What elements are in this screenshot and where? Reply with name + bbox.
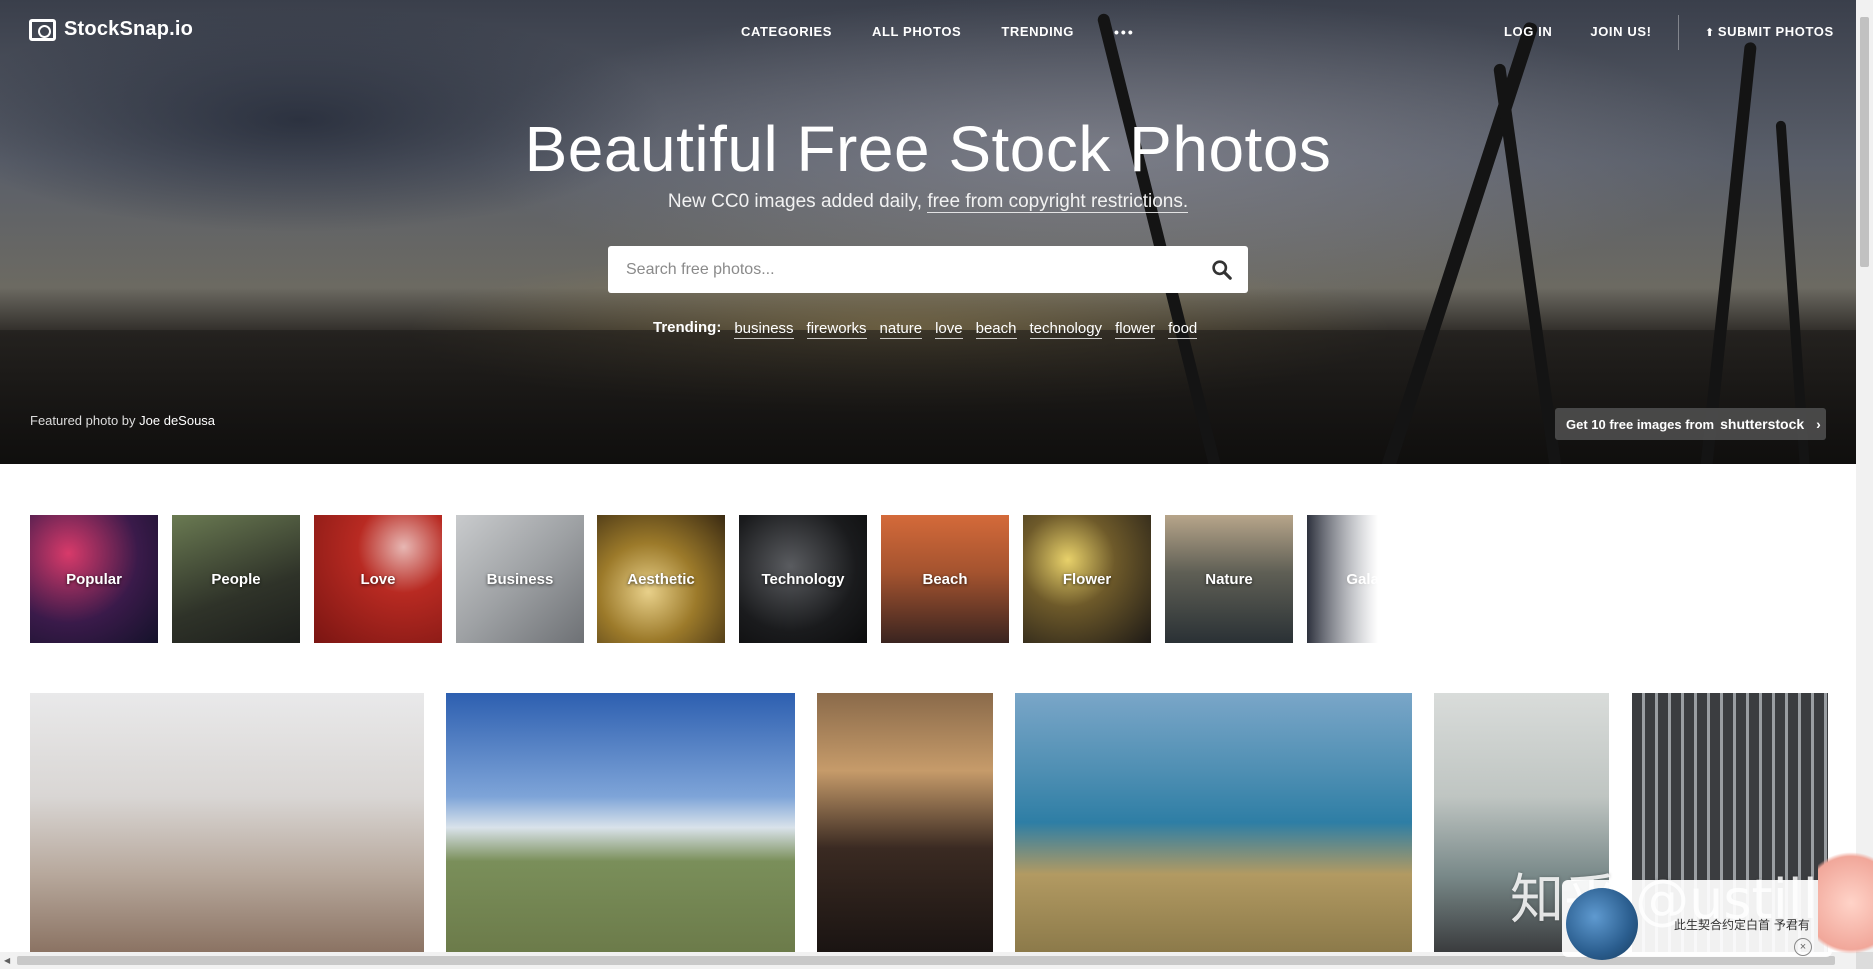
category-tile-technology[interactable]: Technology — [739, 515, 867, 643]
trending-tag[interactable]: business — [734, 319, 794, 339]
chevron-right-icon: › — [1816, 416, 1821, 432]
category-tile-popular[interactable]: Popular — [30, 515, 158, 643]
vertical-scrollbar[interactable] — [1856, 0, 1873, 952]
account-nav: LOG IN JOIN US! — [1504, 24, 1652, 39]
category-tile-aesthetic[interactable]: Aesthetic — [597, 515, 725, 643]
site-logo[interactable]: StockSnap.io — [29, 18, 193, 41]
category-fade — [1306, 515, 1396, 643]
nav-all-photos[interactable]: ALL PHOTOS — [872, 24, 961, 40]
trending-tag[interactable]: nature — [879, 319, 923, 339]
photo-family[interactable] — [30, 693, 424, 952]
scrollbar-thumb[interactable] — [1860, 17, 1869, 267]
page: StockSnap.io CATEGORIES ALL PHOTOS TREND… — [0, 0, 1873, 969]
category-label: Popular — [66, 570, 122, 588]
photo-sheep-coast[interactable] — [1015, 693, 1412, 952]
category-label: Technology — [761, 570, 845, 588]
category-tile-nature[interactable]: Nature — [1165, 515, 1293, 643]
logo-text: StockSnap.io — [64, 18, 194, 40]
promo-text: Get 10 free images from — [1566, 416, 1715, 432]
copyright-link[interactable]: free from copyright restrictions. — [927, 191, 1189, 213]
scrollbar-thumb[interactable] — [17, 956, 1835, 965]
scroll-left-icon[interactable]: ◀ — [4, 956, 10, 965]
trending-tag[interactable]: love — [935, 319, 963, 339]
search-box — [608, 246, 1248, 293]
login-link[interactable]: LOG IN — [1504, 24, 1552, 39]
trending-tags: Trending: business fireworks nature love… — [653, 319, 1198, 339]
featured-author-link[interactable]: Joe deSousa — [139, 413, 215, 428]
featured-credit: Featured photo by Joe deSousa — [30, 413, 215, 428]
hero-banner: StockSnap.io CATEGORIES ALL PHOTOS TREND… — [0, 0, 1856, 464]
main-nav: CATEGORIES ALL PHOTOS TRENDING ••• — [741, 24, 1135, 40]
category-label: Love — [360, 570, 396, 588]
trending-tag[interactable]: beach — [975, 319, 1017, 339]
trending-label: Trending: — [653, 319, 722, 336]
hero-subtitle: New CC0 images added daily, free from co… — [0, 191, 1856, 213]
photo-woman-jacket[interactable] — [817, 693, 993, 952]
category-tile-business[interactable]: Business — [456, 515, 584, 643]
category-tile-people[interactable]: People — [172, 515, 300, 643]
music-popup: 此生契合约定白首 予君有 × — [1562, 880, 1832, 960]
shutterstock-promo-button[interactable]: Get 10 free images from shutterstock › — [1555, 408, 1826, 440]
nav-categories[interactable]: CATEGORIES — [741, 24, 832, 40]
category-tile-beach[interactable]: Beach — [881, 515, 1009, 643]
category-tile-flower[interactable]: Flower — [1023, 515, 1151, 643]
popup-text: 此生契合约定白首 予君有 — [1674, 918, 1810, 932]
trending-tag[interactable]: technology — [1029, 319, 1103, 339]
globe-icon — [1566, 888, 1638, 960]
more-menu-icon[interactable]: ••• — [1114, 24, 1135, 40]
featured-prefix: Featured photo by — [30, 413, 140, 428]
category-label: Business — [486, 570, 554, 588]
shutterstock-logo: shutterstock — [1720, 416, 1805, 432]
search-input[interactable] — [626, 246, 1186, 293]
nav-divider — [1678, 15, 1679, 50]
hero-title: Beautiful Free Stock Photos — [524, 113, 1332, 185]
cartoon-sticker — [1818, 825, 1873, 955]
submit-photos-button[interactable]: ⬆ SUBMIT PHOTOS — [1705, 24, 1834, 39]
photo-mountains[interactable] — [446, 693, 795, 952]
category-label: Flower — [1062, 570, 1112, 588]
category-strip: Popular People Love Business Aesthetic Techno… — [30, 515, 1392, 643]
close-icon[interactable]: × — [1794, 938, 1812, 956]
submit-nav: ⬆ SUBMIT PHOTOS — [1705, 24, 1834, 39]
category-label: Aesthetic — [627, 570, 695, 588]
trending-tag[interactable]: flower — [1115, 319, 1156, 339]
category-tile-love[interactable]: Love — [314, 515, 442, 643]
trending-tag[interactable]: fireworks — [806, 319, 867, 339]
nav-trending[interactable]: TRENDING — [1001, 24, 1074, 40]
upload-icon: ⬆ — [1705, 27, 1715, 39]
category-label: Nature — [1205, 570, 1253, 588]
search-icon[interactable] — [1211, 259, 1232, 280]
camera-icon — [29, 18, 56, 41]
trending-tag[interactable]: food — [1168, 319, 1198, 339]
category-label: Beach — [922, 570, 968, 588]
submit-photos-label: SUBMIT PHOTOS — [1717, 24, 1834, 39]
hero-shore — [0, 330, 1856, 464]
join-link[interactable]: JOIN US! — [1590, 24, 1651, 39]
category-label: People — [211, 570, 261, 588]
hero-subtitle-text: New CC0 images added daily, — [667, 191, 928, 212]
